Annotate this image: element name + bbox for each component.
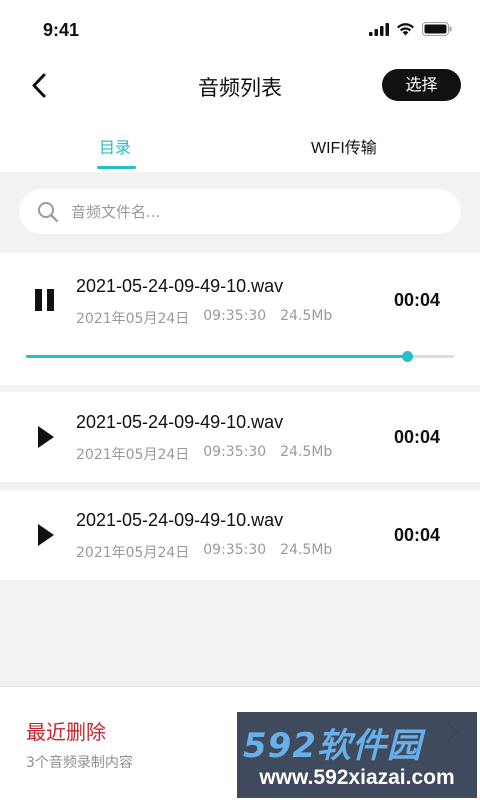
watermark-brand: 592软件园 bbox=[243, 726, 422, 766]
file-date: 2021年05月24日 bbox=[76, 311, 190, 327]
duration: 00:04 bbox=[393, 290, 440, 310]
status-icons bbox=[369, 22, 452, 36]
cellular-signal-icon bbox=[369, 22, 389, 36]
watermark-url: www.592xiazai.com bbox=[259, 766, 455, 789]
audio-list-item[interactable]: 2021-05-24-09-49-10.wav 2021年05月24日 09:3… bbox=[0, 392, 480, 482]
file-size: 24.5Mb bbox=[280, 308, 333, 324]
file-size: 24.5Mb bbox=[280, 444, 333, 460]
pause-icon bbox=[35, 289, 54, 311]
play-button[interactable] bbox=[31, 423, 59, 451]
audio-list-item[interactable]: 2021-05-24-09-49-10.wav 2021年05月24日 09:3… bbox=[0, 253, 480, 385]
battery-icon bbox=[422, 22, 452, 36]
file-date: 2021年05月24日 bbox=[76, 545, 190, 561]
file-name: 2021-05-24-09-49-10.wav bbox=[76, 510, 284, 530]
tab-bar: 目录 WIFI传输 bbox=[0, 116, 480, 172]
file-time: 09:35:30 bbox=[203, 444, 267, 460]
active-tab-indicator bbox=[97, 166, 136, 169]
file-meta: 2021年05月24日 09:35:30 24.5Mb bbox=[76, 444, 332, 464]
status-time: 9:41 bbox=[43, 20, 80, 40]
search-box[interactable] bbox=[19, 189, 461, 234]
file-meta: 2021年05月24日 09:35:30 24.5Mb bbox=[76, 308, 332, 328]
select-button[interactable]: 选择 bbox=[382, 69, 461, 101]
duration: 00:04 bbox=[393, 525, 440, 545]
file-time: 09:35:30 bbox=[203, 542, 267, 558]
playback-progress-bar[interactable] bbox=[26, 351, 454, 362]
tab-wifi-transfer[interactable]: WIFI传输 bbox=[311, 134, 377, 158]
progress-knob[interactable] bbox=[401, 351, 413, 362]
header: 音频列表 选择 bbox=[0, 60, 480, 116]
file-name: 2021-05-24-09-49-10.wav bbox=[76, 276, 284, 296]
site-watermark: 592软件园 www.592xiazai.com bbox=[237, 712, 477, 798]
status-bar: 9:41 bbox=[0, 0, 480, 60]
wifi-icon bbox=[397, 23, 414, 36]
search-input[interactable] bbox=[71, 189, 441, 234]
audio-list-item[interactable]: 2021-05-24-09-49-10.wav 2021年05月24日 09:3… bbox=[0, 490, 480, 580]
play-icon bbox=[38, 426, 54, 448]
play-icon bbox=[38, 524, 54, 546]
recently-deleted-count: 3个音频录制内容 bbox=[26, 755, 133, 771]
file-name: 2021-05-24-09-49-10.wav bbox=[76, 412, 284, 432]
file-time: 09:35:30 bbox=[203, 308, 267, 324]
tab-catalog[interactable]: 目录 bbox=[99, 134, 131, 158]
play-button[interactable] bbox=[31, 521, 59, 549]
duration: 00:04 bbox=[393, 427, 440, 447]
pause-button[interactable] bbox=[31, 286, 59, 314]
recently-deleted-title: 最近删除 bbox=[26, 720, 106, 744]
file-meta: 2021年05月24日 09:35:30 24.5Mb bbox=[76, 542, 332, 562]
search-icon bbox=[38, 202, 59, 223]
file-date: 2021年05月24日 bbox=[76, 447, 190, 463]
progress-fill bbox=[26, 355, 407, 358]
file-size: 24.5Mb bbox=[280, 542, 333, 558]
